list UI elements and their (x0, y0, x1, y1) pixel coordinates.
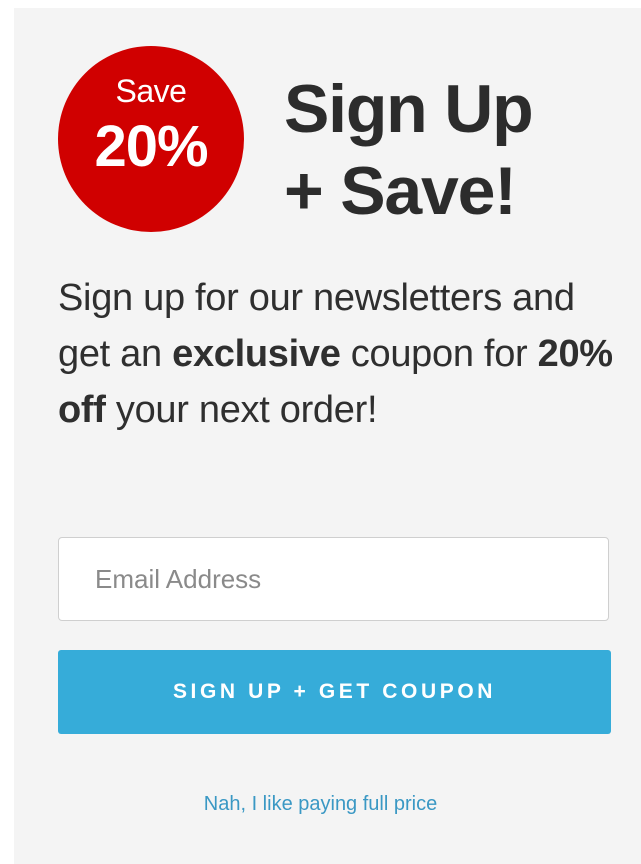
headline-line-2: + Save! (284, 153, 517, 229)
description-text-2: coupon for (340, 333, 538, 375)
decline-link[interactable]: Nah, I like paying full price (0, 792, 641, 816)
description-text-3: your next order! (105, 389, 378, 431)
popup-headline: Sign Up + Save! (284, 68, 614, 232)
sign-up-button[interactable]: SIGN UP + GET COUPON (58, 650, 611, 734)
popup-description: Sign up for our newsletters and get an e… (58, 270, 618, 438)
headline-line-1: Sign Up (284, 71, 534, 147)
badge-save-label: Save (115, 73, 187, 109)
discount-badge: Save 20% (58, 46, 244, 232)
email-field[interactable] (58, 537, 609, 621)
description-bold-exclusive: exclusive (172, 333, 341, 375)
badge-percent-label: 20% (94, 114, 208, 179)
